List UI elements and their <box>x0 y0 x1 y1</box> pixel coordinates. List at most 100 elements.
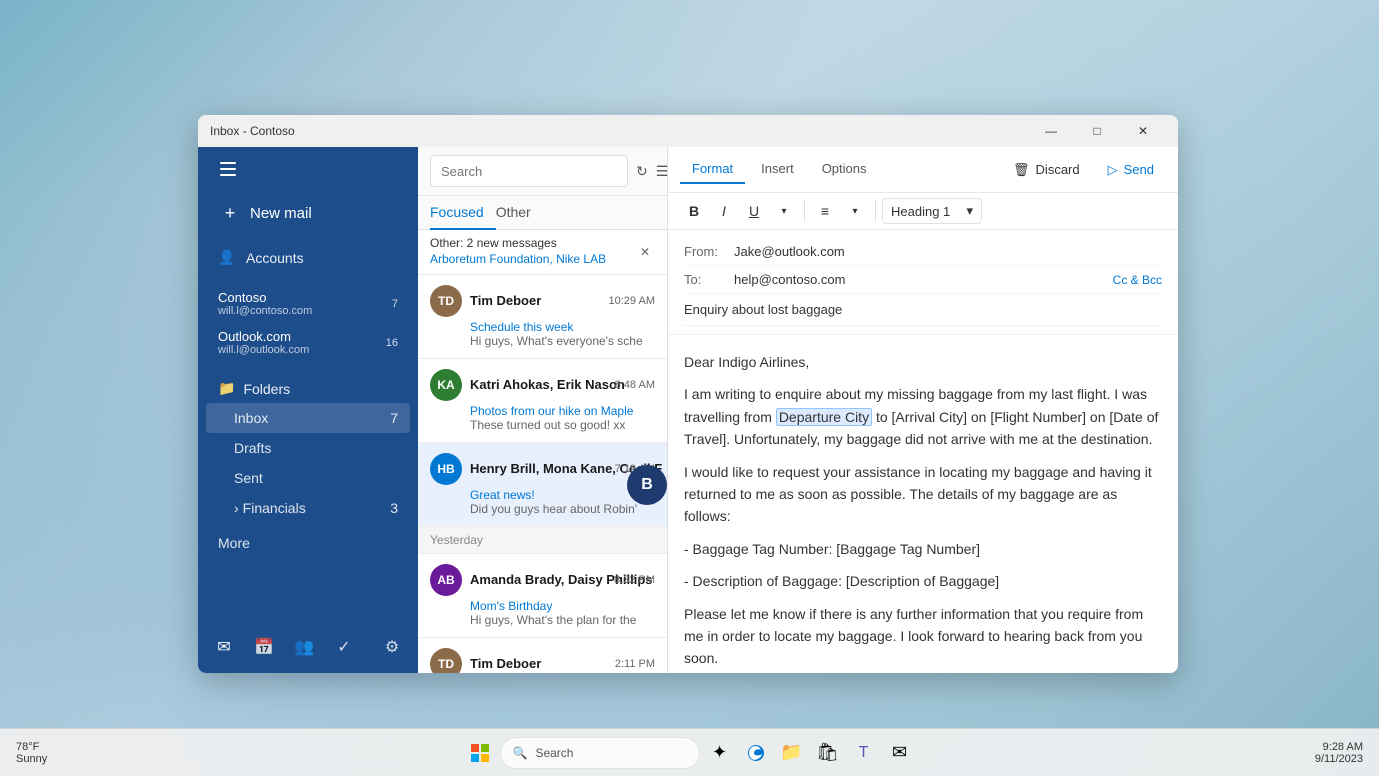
email-item-header-0: TD Tim Deboer 10:29 AM <box>430 285 655 317</box>
trash-icon: 🗑 <box>1013 162 1030 178</box>
heading-dropdown[interactable]: Heading 1 ▾ <box>882 198 982 224</box>
email-item-header-1: KA Katri Ahokas, Erik Nason 8:48 AM <box>430 369 655 401</box>
bold-button[interactable]: B <box>680 197 708 225</box>
email-item-2[interactable]: HB Henry Brill, Mona Kane, Cecil F 7:19 … <box>418 443 667 527</box>
subject-value: Enquiry about lost baggage <box>684 302 842 317</box>
settings-nav-icon[interactable]: ⚙ <box>374 629 410 665</box>
email-meta-2: Henry Brill, Mona Kane, Cecil F <box>470 460 607 478</box>
folder-inbox[interactable]: Inbox 7 <box>206 403 410 433</box>
body-bullet1: - Baggage Tag Number: [Baggage Tag Numbe… <box>684 538 1162 560</box>
notification-bar: Other: 2 new messages Arboretum Foundati… <box>418 230 667 275</box>
email-item-header-3: AB Amanda Brady, Daisy Phillips 8:32 PM <box>430 564 655 596</box>
email-item-0[interactable]: TD Tim Deboer 10:29 AM Schedule this wee… <box>418 275 667 359</box>
new-mail-label: New mail <box>250 205 312 222</box>
accounts-section: 👤 Accounts <box>198 235 418 280</box>
email-meta-3: Amanda Brady, Daisy Phillips <box>470 571 606 589</box>
inbox-label: Inbox <box>234 410 268 426</box>
to-value[interactable]: help@contoso.com <box>734 272 1113 287</box>
account-badge-outlook: 16 <box>386 337 398 349</box>
folder-drafts[interactable]: Drafts <box>206 433 410 463</box>
body-para3: Please let me know if there is any furth… <box>684 603 1162 670</box>
email-item-1[interactable]: KA Katri Ahokas, Erik Nason 8:48 AM Phot… <box>418 359 667 443</box>
financials-count: 3 <box>390 500 398 516</box>
hamburger-button[interactable] <box>210 151 246 187</box>
folders-section: 📁 Folders Inbox 7 Drafts Sent › Financia… <box>198 370 418 527</box>
body-para1: I am writing to enquire about my missing… <box>684 383 1162 450</box>
contacts-nav-icon[interactable]: 👥 <box>286 629 322 665</box>
compose-floating-button[interactable]: B <box>627 465 667 505</box>
send-button[interactable]: ▷ Send <box>1096 156 1166 184</box>
hamburger-line-3 <box>220 174 236 176</box>
windows-start-button[interactable] <box>464 737 496 769</box>
email-items-list: TD Tim Deboer 10:29 AM Schedule this wee… <box>418 275 667 673</box>
email-subject-0: Schedule this week <box>430 320 655 334</box>
email-item-4[interactable]: TD Tim Deboer 2:11 PM Schedule this week… <box>418 638 667 673</box>
folder-sent[interactable]: Sent <box>206 463 410 493</box>
tab-insert[interactable]: Insert <box>749 155 806 184</box>
financials-label: Financials <box>243 500 306 516</box>
taskbar-clock[interactable]: 9:28 AM 9/11/2023 <box>1315 741 1363 765</box>
maximize-button[interactable]: □ <box>1074 115 1120 147</box>
discard-button[interactable]: 🗑 Discard <box>1001 156 1092 184</box>
underline-dropdown-button[interactable]: ▾ <box>770 197 798 225</box>
accounts-list: Contoso will.l@contoso.com 7 Outlook.com… <box>198 280 418 366</box>
tab-options[interactable]: Options <box>810 155 879 184</box>
avatar-0: TD <box>430 285 462 317</box>
minimize-button[interactable]: — <box>1028 115 1074 147</box>
notification-link[interactable]: Arboretum Foundation, Nike LAB <box>430 252 606 266</box>
taskbar-search[interactable]: 🔍 Search <box>500 737 700 769</box>
notification-content: Other: 2 new messages Arboretum Foundati… <box>430 236 606 268</box>
taskbar-files-icon[interactable]: 📁 <box>776 737 808 769</box>
hamburger-line-2 <box>220 168 236 170</box>
folder-financials[interactable]: › Financials 3 <box>206 493 410 523</box>
email-time-3: 8:32 PM <box>614 574 655 586</box>
avatar-3: AB <box>430 564 462 596</box>
clock-date: 9/11/2023 <box>1315 753 1363 765</box>
italic-button[interactable]: I <box>710 197 738 225</box>
subject-field[interactable]: Enquiry about lost baggage <box>684 294 1162 326</box>
refresh-button[interactable]: ↻ <box>636 156 648 186</box>
date-divider-yesterday: Yesterday <box>418 527 667 554</box>
email-subject-3: Mom's Birthday <box>430 599 655 613</box>
list-dropdown-button[interactable]: ▾ <box>841 197 869 225</box>
compose-body[interactable]: Dear Indigo Airlines, I am writing to en… <box>668 335 1178 673</box>
tab-format[interactable]: Format <box>680 155 745 184</box>
window-content: + New mail 👤 Accounts Contoso will.l@con… <box>198 147 1178 673</box>
underline-button[interactable]: U <box>740 197 768 225</box>
taskbar: 78°F Sunny 🔍 Search ✦ 📁 🛍 <box>0 728 1379 776</box>
email-item-3[interactable]: AB Amanda Brady, Daisy Phillips 8:32 PM … <box>418 554 667 638</box>
more-item[interactable]: More <box>206 527 410 559</box>
taskbar-store-icon[interactable]: 🛍 <box>812 737 844 769</box>
email-meta-0: Tim Deboer <box>470 292 601 310</box>
email-sender-4: Tim Deboer <box>470 656 541 671</box>
sidebar-accounts-item[interactable]: 👤 Accounts <box>206 241 410 274</box>
account-item-contoso[interactable]: Contoso will.l@contoso.com 7 <box>206 284 410 323</box>
cc-bcc-button[interactable]: Cc & Bcc <box>1113 273 1162 287</box>
email-preview-0: Hi guys, What's everyone's sche <box>430 334 655 348</box>
list-button[interactable]: ≡ <box>811 197 839 225</box>
tab-focused[interactable]: Focused <box>430 196 496 230</box>
accounts-label: Accounts <box>246 250 398 266</box>
notification-close-button[interactable]: ✕ <box>635 242 655 262</box>
email-preview-2: Did you guys hear about Robin' <box>430 502 655 516</box>
taskbar-edge-icon[interactable] <box>740 737 772 769</box>
close-button[interactable]: ✕ <box>1120 115 1166 147</box>
folders-label: Folders <box>243 381 290 397</box>
tab-other[interactable]: Other <box>496 196 543 230</box>
taskbar-mail-icon[interactable]: ✉ <box>884 737 916 769</box>
tasks-nav-icon[interactable]: ✓ <box>326 629 362 665</box>
search-input[interactable] <box>430 155 628 187</box>
weather-temp: 78°F <box>16 741 39 753</box>
new-mail-button[interactable]: + New mail <box>206 193 410 233</box>
taskbar-teams-icon[interactable]: T <box>848 737 880 769</box>
title-bar: Inbox - Contoso — □ ✕ <box>198 115 1178 147</box>
taskbar-copilot-icon[interactable]: ✦ <box>704 737 736 769</box>
send-label: Send <box>1124 162 1154 177</box>
filter-button[interactable]: ☰ <box>656 156 669 186</box>
account-item-outlook[interactable]: Outlook.com will.l@outlook.com 16 <box>206 323 410 362</box>
highlighted-departure-city: Departure City <box>776 408 872 426</box>
from-value[interactable]: Jake@outlook.com <box>734 244 1162 259</box>
mail-nav-icon[interactable]: ✉ <box>206 629 242 665</box>
calendar-nav-icon[interactable]: 📅 <box>246 629 282 665</box>
weather-widget[interactable]: 78°F Sunny <box>16 741 47 765</box>
